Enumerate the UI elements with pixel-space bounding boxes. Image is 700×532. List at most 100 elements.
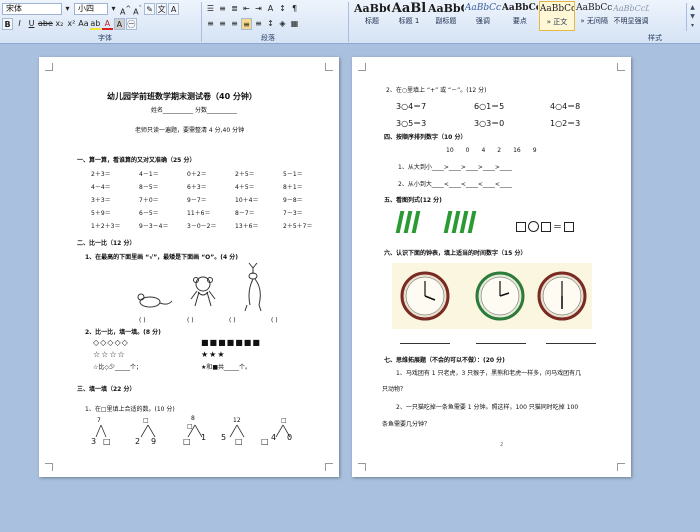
group-label-styles: 样式 bbox=[648, 34, 662, 42]
increase-indent-icon[interactable]: ⇥ bbox=[253, 3, 264, 15]
strikethrough-button[interactable]: abe bbox=[38, 18, 53, 30]
line-spacing-icon[interactable]: ↕ bbox=[265, 18, 276, 30]
page-2[interactable]: 2、在○里填上 “+” 或 “－”。(12 分) 3○4＝7 6○1＝5 4○4… bbox=[352, 57, 631, 477]
align-center-icon[interactable]: ≡ bbox=[217, 18, 228, 30]
change-case-button[interactable]: Aa bbox=[78, 18, 89, 30]
superscript-button[interactable]: x² bbox=[66, 18, 77, 30]
big-to-small: 1、从大到小____>____>____>____>____ bbox=[398, 164, 512, 171]
answer-box[interactable] bbox=[516, 221, 526, 232]
char-border-icon[interactable]: A bbox=[168, 2, 180, 15]
styles-scroll[interactable]: ▲ ▼ ▾ bbox=[686, 3, 698, 31]
op-5: 3○3＝0 bbox=[474, 119, 505, 128]
clock-icon bbox=[400, 271, 450, 321]
op-1: 3○4＝7 bbox=[396, 102, 427, 111]
style-strong[interactable]: AaBbCcD要点 bbox=[502, 1, 538, 31]
sort-icon[interactable]: ↕ bbox=[277, 3, 288, 15]
shrink-font-icon[interactable]: Aˇ bbox=[132, 3, 143, 17]
counting-stick bbox=[403, 211, 413, 233]
style-normal[interactable]: AaBbCcDt» 正文 bbox=[538, 1, 576, 31]
section-7-heading: 七、思维拓展题（不会的可以不做）：(20 分) bbox=[384, 357, 505, 364]
counting-stick bbox=[459, 211, 469, 233]
chevron-down-icon[interactable]: ▾ bbox=[108, 3, 119, 15]
clock-icon bbox=[537, 271, 587, 321]
grow-font-icon[interactable]: A^ bbox=[120, 3, 131, 17]
tree-bottom-2b: 9 bbox=[151, 437, 157, 446]
tree-bottom-2a: 2 bbox=[135, 437, 141, 446]
number-list: 10 0 4 2 16 9 bbox=[446, 147, 537, 154]
answer-box[interactable] bbox=[541, 221, 551, 232]
answer-line[interactable] bbox=[546, 343, 596, 344]
numbering-icon[interactable]: ≡ bbox=[217, 3, 228, 15]
black-stars-row: ★★★ bbox=[201, 350, 226, 359]
style-no-spacing[interactable]: AaBbCcDt» 无间隔 bbox=[576, 1, 612, 31]
font-name-combo[interactable]: 宋体 bbox=[2, 2, 62, 15]
operator-circle[interactable] bbox=[528, 221, 539, 232]
exam-title: 幼儿园学前班数学期末测试卷（40 分钟） bbox=[107, 92, 257, 101]
answer-box[interactable] bbox=[564, 221, 575, 232]
style-emphasis[interactable]: AaBbCcDt强调 bbox=[465, 1, 501, 31]
distribute-icon[interactable]: ≡ bbox=[253, 18, 264, 30]
section-6-heading: 六、认识下面的钟表，填上适当的时间数字（15 分） bbox=[384, 250, 527, 257]
tree-bottom-5b: 4 bbox=[271, 433, 277, 442]
question-3-1: 1、在□里填上合适的数。(10 分) bbox=[85, 406, 175, 413]
multilevel-list-icon[interactable]: ≣ bbox=[229, 3, 240, 15]
clocks bbox=[400, 271, 587, 321]
style-subtitle[interactable]: AaBbC副标题 bbox=[428, 1, 464, 31]
subscript-button[interactable]: x₂ bbox=[54, 18, 65, 30]
highlight-icon[interactable]: ab bbox=[89, 18, 101, 30]
align-right-icon[interactable]: ≡ bbox=[229, 18, 240, 30]
align-left-icon[interactable]: ≡ bbox=[205, 18, 216, 30]
compare-question-b: ★和■共_____个。 bbox=[201, 364, 252, 371]
page-number: 2 bbox=[500, 442, 504, 448]
decrease-indent-icon[interactable]: ⇤ bbox=[241, 3, 252, 15]
calc-grid: 2＋3＝ 4－1＝ 0＋2＝ 2＋5＝ 5－1＝ 4－4＝ 8－5＝ 6＋3＝ 4＋5＝ 8＋1… bbox=[91, 171, 313, 230]
bold-button[interactable]: B bbox=[2, 17, 13, 30]
group-label-font: 字体 bbox=[98, 34, 112, 42]
mouse-icon bbox=[137, 293, 173, 308]
paren-3: ( ) bbox=[229, 317, 236, 324]
italic-button[interactable]: I bbox=[14, 18, 25, 30]
chinese-layout-icon[interactable]: A bbox=[265, 3, 276, 15]
tree-top-5: 12 bbox=[233, 417, 241, 424]
style-subtle-emphasis[interactable]: AaBbCcDt不明显强调 bbox=[613, 1, 649, 31]
underline-button[interactable]: U bbox=[26, 18, 37, 30]
problem-7-1-cont: 只动物？ bbox=[382, 386, 407, 393]
problem-7-2: 2、一只猫吃掉一条鱼需要 1 分钟。照这样，100 只猫同时吃掉 100 bbox=[396, 404, 579, 411]
question-2-1: 1、在最高的下面里画 “√”，最矮是下面画 “O”。(4 分) bbox=[85, 254, 238, 261]
white-stars-row: ☆☆☆☆ bbox=[93, 350, 126, 359]
style-heading-1[interactable]: AaBl 标题 1 bbox=[391, 1, 427, 31]
tree-bottom-3a: □ bbox=[183, 437, 191, 446]
squares-row: ■■■■■■■ bbox=[201, 338, 261, 347]
enclose-char-icon[interactable]: ㊀ bbox=[125, 17, 137, 30]
tree-top-2: □ bbox=[143, 417, 149, 424]
monkey-icon bbox=[190, 276, 216, 307]
chevron-down-icon[interactable]: ▾ bbox=[62, 3, 73, 15]
name-line: 姓名__________ 分数__________ bbox=[151, 107, 237, 114]
font-color-icon[interactable]: A bbox=[101, 18, 113, 30]
op-6: 1○2＝3 bbox=[550, 119, 581, 128]
phonetic-icon[interactable]: 文 bbox=[156, 2, 168, 15]
tree-top-6: □ bbox=[281, 417, 287, 424]
page-1[interactable]: 幼儿园学前班数学期末测试卷（40 分钟） 姓名__________ 分数____… bbox=[39, 57, 339, 477]
counting-stick bbox=[443, 211, 453, 233]
section-5-heading: 五、看图列式(12 分) bbox=[384, 197, 442, 204]
shading-icon[interactable]: ◈ bbox=[277, 18, 288, 30]
justify-icon[interactable]: ≡ bbox=[241, 17, 252, 30]
group-label-paragraph: 段落 bbox=[261, 34, 275, 42]
show-marks-icon[interactable]: ¶ bbox=[289, 3, 300, 15]
char-shading-icon[interactable]: A bbox=[113, 17, 125, 30]
paren-1: ( ) bbox=[139, 317, 146, 324]
op-4: 3○5＝3 bbox=[396, 119, 427, 128]
clear-format-icon[interactable]: ✎ bbox=[144, 2, 156, 15]
answer-line[interactable] bbox=[400, 343, 450, 344]
answer-line[interactable] bbox=[476, 343, 526, 344]
borders-icon[interactable]: ▦ bbox=[289, 18, 300, 30]
font-size-combo[interactable]: 小四 bbox=[74, 2, 108, 15]
counting-stick bbox=[395, 211, 405, 233]
problem-7-2-cont: 条鱼需要几分钟？ bbox=[382, 421, 431, 428]
bullets-icon[interactable]: ☰ bbox=[205, 3, 216, 15]
tree-bottom-3b: 1 bbox=[201, 433, 207, 442]
style-title[interactable]: AaBbC标题 bbox=[354, 1, 390, 31]
instruction: 老师只读一遍题，要需整清 4 分,40 分钟 bbox=[135, 127, 245, 134]
question-3-2: 2、在○里填上 “+” 或 “－”。(12 分) bbox=[386, 87, 487, 94]
